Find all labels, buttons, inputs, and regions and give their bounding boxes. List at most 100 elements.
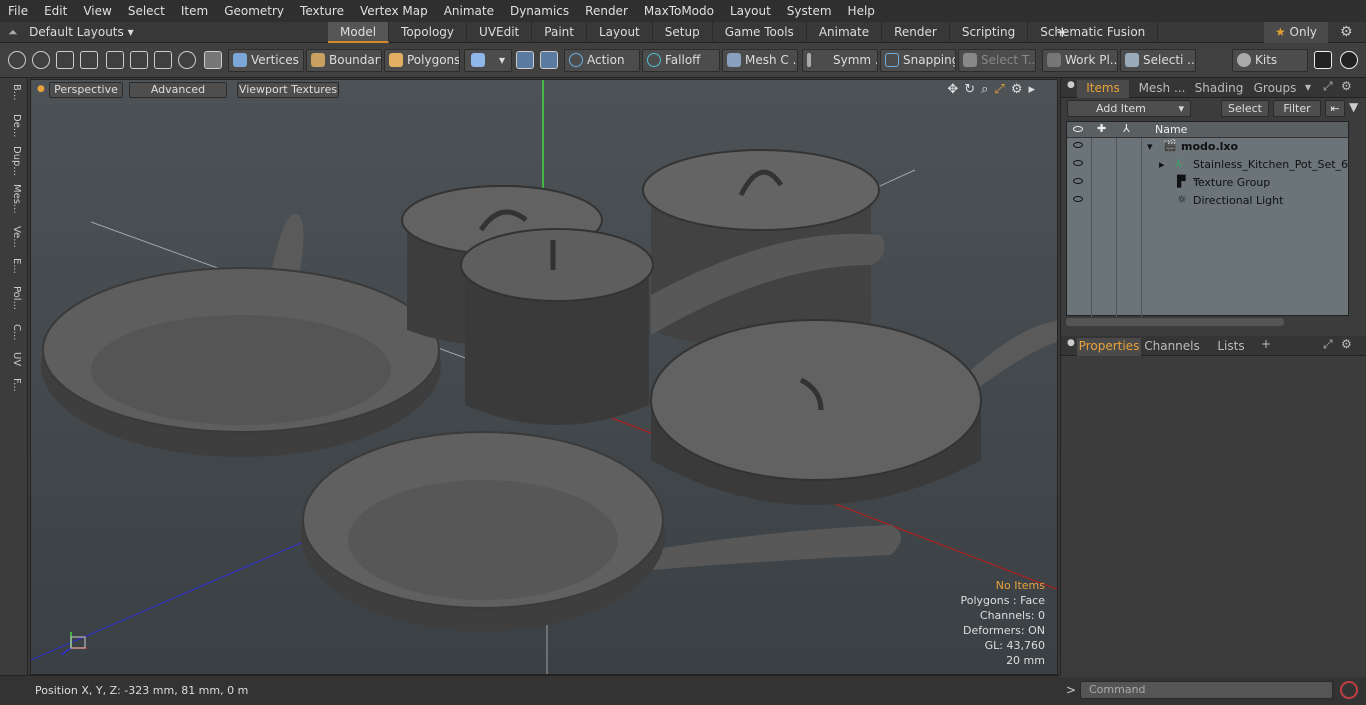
viewport-dot-icon[interactable]: ● xyxy=(37,84,45,94)
mesh-constraint-button[interactable]: Mesh C ... xyxy=(722,49,798,72)
action-center-button[interactable]: Action xyxy=(564,49,640,72)
left-tab-fusion[interactable]: F... xyxy=(4,378,22,392)
rotate-view-icon[interactable]: ↻ xyxy=(964,82,981,97)
3d-viewport[interactable]: ● Perspective Advanced Viewport Textures… xyxy=(30,79,1058,675)
left-tab-uv[interactable]: UV xyxy=(4,352,22,366)
expand-arrow-icon[interactable]: ▾ xyxy=(1147,140,1153,153)
tab-model[interactable]: Model xyxy=(328,22,390,43)
menu-system[interactable]: System xyxy=(779,4,840,18)
tab-setup[interactable]: Setup xyxy=(653,22,713,43)
menu-animate[interactable]: Animate xyxy=(436,4,502,18)
tab-shading[interactable]: Shading xyxy=(1189,80,1249,98)
record-icon[interactable] xyxy=(1340,681,1358,699)
snapping-button[interactable]: Snapping xyxy=(880,49,956,72)
box-select-icon[interactable] xyxy=(154,51,172,69)
menu-item[interactable]: Item xyxy=(173,4,216,18)
properties-dot-icon[interactable]: ● xyxy=(1067,338,1075,348)
menu-maxtomodo[interactable]: MaxToModo xyxy=(636,4,722,18)
menu-render[interactable]: Render xyxy=(577,4,636,18)
menu-dynamics[interactable]: Dynamics xyxy=(502,4,577,18)
list-item[interactable]: ☼ Directional Light xyxy=(1067,192,1348,210)
only-toggle[interactable]: ★ Only xyxy=(1264,22,1328,43)
maximize-view-icon[interactable]: ⤢ xyxy=(994,82,1010,97)
perspective-dropdown[interactable]: Perspective xyxy=(49,82,123,98)
work-plane-button[interactable]: Work Pl... xyxy=(1042,49,1118,72)
select-circle-icon[interactable] xyxy=(8,51,26,69)
tabs-dropdown-icon[interactable]: ▾ xyxy=(1305,80,1311,94)
funnel-icon[interactable]: ▼ xyxy=(1349,100,1358,114)
tab-topology[interactable]: Topology xyxy=(389,22,468,43)
item-list[interactable]: ✚ ⅄ Name ▾ 🎬 modo.lxo ▸ ⅄ Stainless_Kitc… xyxy=(1066,121,1349,317)
list-item[interactable]: ▾ 🎬 modo.lxo xyxy=(1067,138,1348,156)
tab-groups[interactable]: Groups xyxy=(1247,80,1303,98)
left-tab-duplicate[interactable]: Dup... xyxy=(4,146,22,176)
menu-vertex-map[interactable]: Vertex Map xyxy=(352,4,436,18)
material-dropdown[interactable]: ▾ xyxy=(464,49,512,72)
eye-icon[interactable] xyxy=(1073,196,1083,202)
expand-arrow-icon[interactable]: ▸ xyxy=(1159,158,1165,171)
left-tab-polygon[interactable]: Pol... xyxy=(4,286,22,310)
unreal-icon[interactable] xyxy=(1340,51,1358,69)
zoom-view-icon[interactable]: ⌕ xyxy=(981,82,994,97)
kits-button[interactable]: Kits xyxy=(1232,49,1308,72)
vertices-button[interactable]: Vertices xyxy=(228,49,304,72)
list-item[interactable]: ▛ Texture Group xyxy=(1067,174,1348,192)
expand-icon[interactable]: ⤢ xyxy=(1323,79,1333,94)
tab-game-tools[interactable]: Game Tools xyxy=(713,22,807,43)
panel-dot-icon[interactable]: ● xyxy=(1067,80,1075,90)
select-through-button[interactable]: Select T... xyxy=(958,49,1036,72)
menu-geometry[interactable]: Geometry xyxy=(216,4,292,18)
globe-icon[interactable] xyxy=(32,51,50,69)
tab-mesh[interactable]: Mesh ... xyxy=(1131,80,1193,98)
tab-render[interactable]: Render xyxy=(882,22,950,43)
move-view-icon[interactable]: ✥ xyxy=(947,82,964,97)
collapse-icon[interactable]: ⇤ xyxy=(1325,100,1345,117)
snap-b-icon[interactable] xyxy=(540,51,558,69)
properties-gear-icon[interactable]: ⚙ xyxy=(1341,337,1352,351)
tab-scripting[interactable]: Scripting xyxy=(950,22,1029,43)
tab-lists[interactable]: Lists xyxy=(1209,338,1253,356)
tab-items[interactable]: Items xyxy=(1077,80,1129,98)
add-item-button[interactable]: Add Item ▾ xyxy=(1067,100,1191,117)
select-button[interactable]: Select xyxy=(1221,100,1269,117)
list-item[interactable]: ▸ ⅄ Stainless_Kitchen_Pot_Set_6 ... xyxy=(1067,156,1348,184)
left-tab-edge[interactable]: E... xyxy=(4,258,22,274)
layouts-dropdown[interactable]: ⏶ Default Layouts ▾ xyxy=(8,25,134,40)
left-tab-deform[interactable]: De... xyxy=(4,114,22,137)
expand-icon[interactable]: ⤢ xyxy=(1323,337,1333,352)
menu-help[interactable]: Help xyxy=(840,4,883,18)
gear-icon[interactable]: ⚙ xyxy=(1340,24,1353,40)
polygons-button[interactable]: Polygons xyxy=(384,49,460,72)
eye-icon[interactable] xyxy=(1073,160,1083,166)
add-tab-icon[interactable]: + xyxy=(1056,23,1069,41)
horizontal-scrollbar[interactable] xyxy=(1066,318,1284,326)
falloff-button[interactable]: Falloff xyxy=(642,49,720,72)
viewport-textures-dropdown[interactable]: Viewport Textures xyxy=(237,82,339,98)
command-input[interactable]: Command xyxy=(1080,681,1333,699)
snap-a-icon[interactable] xyxy=(516,51,534,69)
boundary-button[interactable]: Boundary xyxy=(306,49,382,72)
add-tab-icon[interactable]: + xyxy=(1261,337,1271,351)
viewport-gear-icon[interactable]: ⚙ xyxy=(1011,82,1029,97)
brush-icon[interactable] xyxy=(80,51,98,69)
symmetry-button[interactable]: Symm ... xyxy=(802,49,878,72)
pen-icon[interactable] xyxy=(56,51,74,69)
menu-select[interactable]: Select xyxy=(120,4,173,18)
selection-sets-button[interactable]: Selecti ... xyxy=(1120,49,1196,72)
left-tab-mesh-edit[interactable]: Mes... xyxy=(4,184,22,214)
filter-button[interactable]: Filter xyxy=(1273,100,1321,117)
tab-animate[interactable]: Animate xyxy=(807,22,883,43)
tab-properties[interactable]: Properties xyxy=(1077,338,1141,356)
shading-advanced-dropdown[interactable]: Advanced xyxy=(129,82,227,98)
menu-layout[interactable]: Layout xyxy=(722,4,779,18)
left-tab-basic[interactable]: B... xyxy=(4,84,22,100)
align-icon[interactable] xyxy=(106,51,124,69)
unity-icon[interactable] xyxy=(1314,51,1332,69)
left-tab-curve[interactable]: C... xyxy=(4,324,22,341)
tab-uvedit[interactable]: UVEdit xyxy=(467,22,533,43)
menu-view[interactable]: View xyxy=(75,4,119,18)
tab-paint[interactable]: Paint xyxy=(532,22,587,43)
eye-icon[interactable] xyxy=(1073,178,1083,184)
menu-texture[interactable]: Texture xyxy=(292,4,352,18)
item-mode-icon[interactable] xyxy=(204,51,222,69)
